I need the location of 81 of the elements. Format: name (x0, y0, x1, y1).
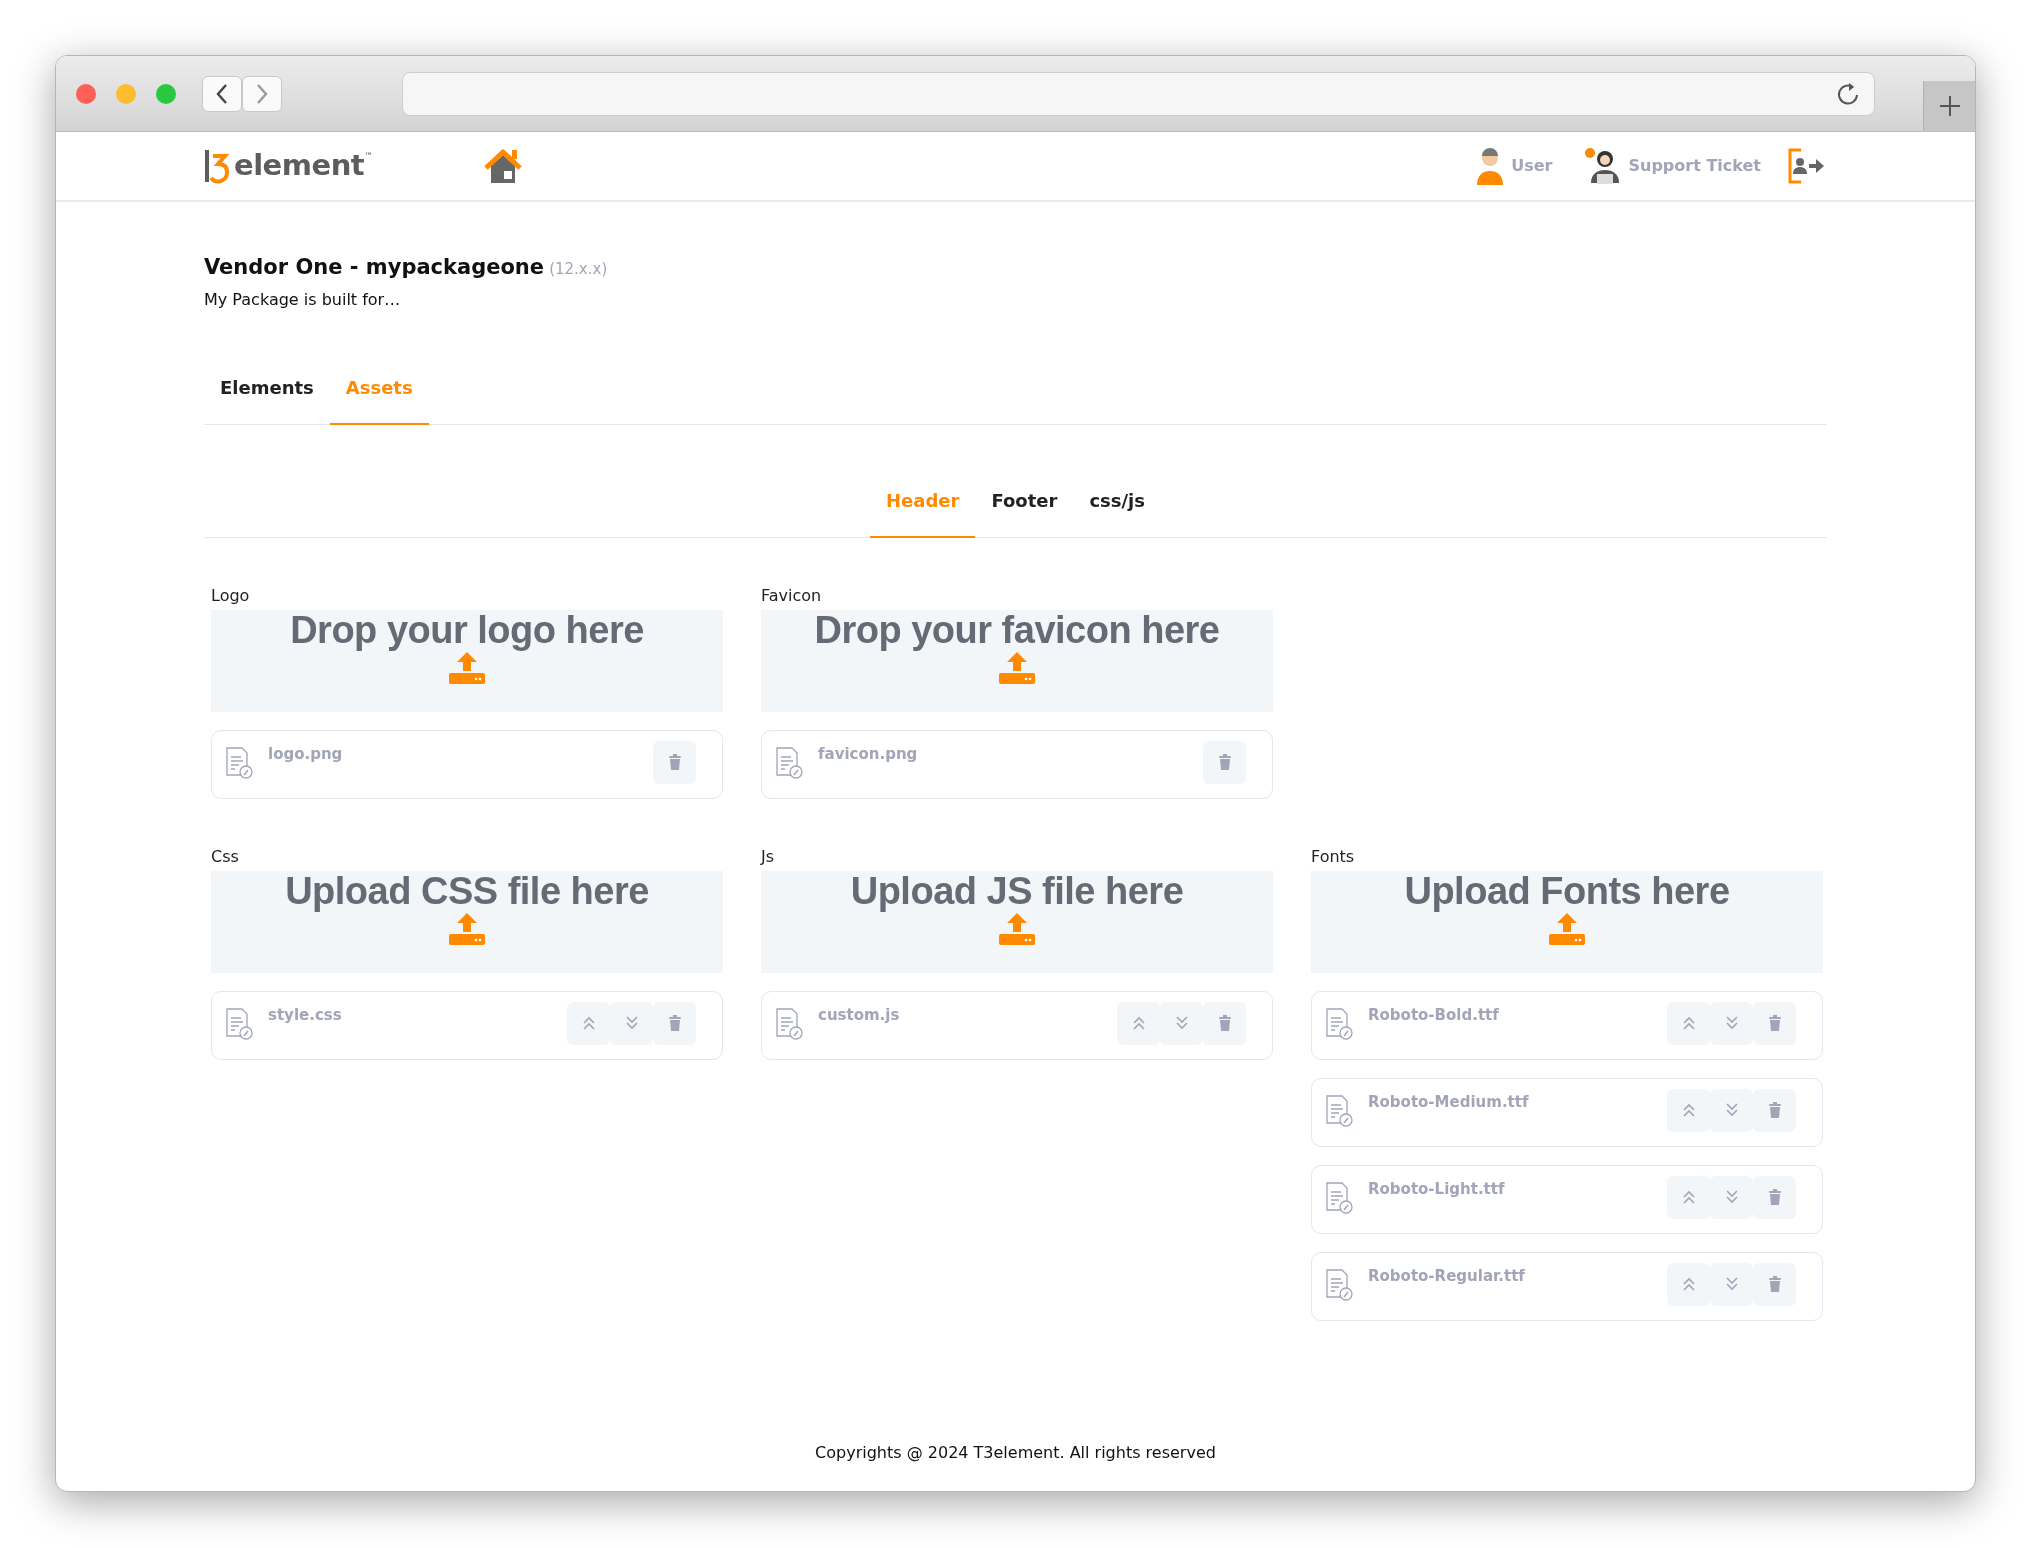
file-name: Roboto-Regular.ttf (1368, 1265, 1526, 1287)
plus-icon (1937, 94, 1962, 118)
delete-button[interactable] (653, 740, 696, 784)
trademark-sign: ™ (364, 150, 374, 164)
delete-button[interactable] (1753, 1262, 1796, 1306)
move-up-button[interactable] (1667, 1262, 1710, 1306)
double-chevron-down-icon (1723, 1102, 1740, 1118)
back-chevron-icon (215, 82, 229, 105)
file-icon (224, 1005, 254, 1040)
file-name: custom.js (818, 1004, 901, 1026)
sub-tab[interactable]: Footer (975, 486, 1074, 538)
minimize-window-icon[interactable] (116, 83, 136, 104)
forward-chevron-icon (255, 82, 269, 105)
file-icon (1324, 1179, 1354, 1214)
copyright-text: Copyrights @ 2024 T3element. All rights reserved (814, 1442, 1217, 1464)
file-icon (1324, 1005, 1354, 1040)
drop-zone[interactable]: Drop your logo here (211, 609, 723, 712)
file-name: Roboto-Medium.ttf (1368, 1091, 1530, 1113)
upload-icon (1548, 912, 1586, 947)
file-name: style.css (268, 1004, 343, 1026)
logo-mark-icon (204, 148, 230, 184)
move-up-button[interactable] (567, 1001, 610, 1045)
upload-icon (448, 651, 486, 686)
double-chevron-down-icon (1173, 1015, 1190, 1031)
section-label: Fonts (1311, 845, 1356, 868)
home-icon[interactable] (483, 146, 524, 186)
package-version: (12.x.x) (549, 260, 608, 278)
trash-icon (1767, 1189, 1782, 1205)
close-window-icon[interactable] (76, 83, 96, 104)
move-up-button[interactable] (1667, 1175, 1710, 1219)
tab[interactable]: Elements (204, 373, 330, 425)
double-chevron-down-icon (623, 1015, 640, 1031)
trash-icon (667, 754, 682, 770)
file-name: Roboto-Bold.ttf (1368, 1004, 1500, 1026)
trash-icon (1767, 1015, 1782, 1031)
brand-logo[interactable]: element™ (204, 144, 374, 188)
user-avatar-icon (1475, 147, 1506, 185)
upload-icon (448, 912, 486, 947)
section-label: Favicon (761, 584, 823, 607)
sub-tab[interactable]: css/js (1073, 486, 1161, 538)
delete-button[interactable] (1753, 1088, 1796, 1132)
package-description: My Package is built for… (204, 288, 402, 311)
new-tab-button[interactable] (1923, 81, 1975, 131)
upload-icon (998, 651, 1036, 686)
move-up-button[interactable] (1117, 1001, 1160, 1045)
back-button[interactable] (202, 75, 242, 112)
file-icon (774, 1005, 804, 1040)
move-up-button[interactable] (1667, 1001, 1710, 1045)
drop-zone[interactable]: Upload CSS file here (211, 870, 723, 973)
file-icon (1324, 1092, 1354, 1127)
trash-icon (1767, 1102, 1782, 1118)
trash-icon (1217, 754, 1232, 770)
package-title: Vendor One - mypackageone (204, 255, 545, 279)
delete-button[interactable] (1753, 1001, 1796, 1045)
delete-button[interactable] (1203, 1001, 1246, 1045)
drop-zone[interactable]: Drop your favicon here (761, 609, 1273, 712)
logo-text: element (234, 147, 365, 185)
file-name: logo.png (268, 743, 344, 765)
upload-icon (998, 912, 1036, 947)
move-up-button[interactable] (1667, 1088, 1710, 1132)
maximize-window-icon[interactable] (156, 83, 176, 104)
delete-button[interactable] (653, 1001, 696, 1045)
drop-zone[interactable]: Upload JS file here (761, 870, 1273, 973)
trash-icon (1767, 1276, 1782, 1292)
section-label: Css (211, 845, 240, 868)
delete-button[interactable] (1753, 1175, 1796, 1219)
file-name: favicon.png (818, 743, 919, 765)
section-label: Js (761, 845, 776, 868)
trash-icon (667, 1015, 682, 1031)
double-chevron-down-icon (1723, 1015, 1740, 1031)
double-chevron-down-icon (1723, 1189, 1740, 1205)
delete-button[interactable] (1203, 740, 1246, 784)
section-label: Logo (211, 584, 251, 607)
double-chevron-down-icon (1723, 1276, 1740, 1292)
file-icon (1324, 1266, 1354, 1301)
reload-icon[interactable] (1836, 80, 1860, 107)
file-name: Roboto-Light.ttf (1368, 1178, 1506, 1200)
trash-icon (1217, 1015, 1232, 1031)
file-icon (224, 744, 254, 779)
file-icon (774, 744, 804, 779)
drop-zone[interactable]: Upload Fonts here (1311, 870, 1823, 973)
